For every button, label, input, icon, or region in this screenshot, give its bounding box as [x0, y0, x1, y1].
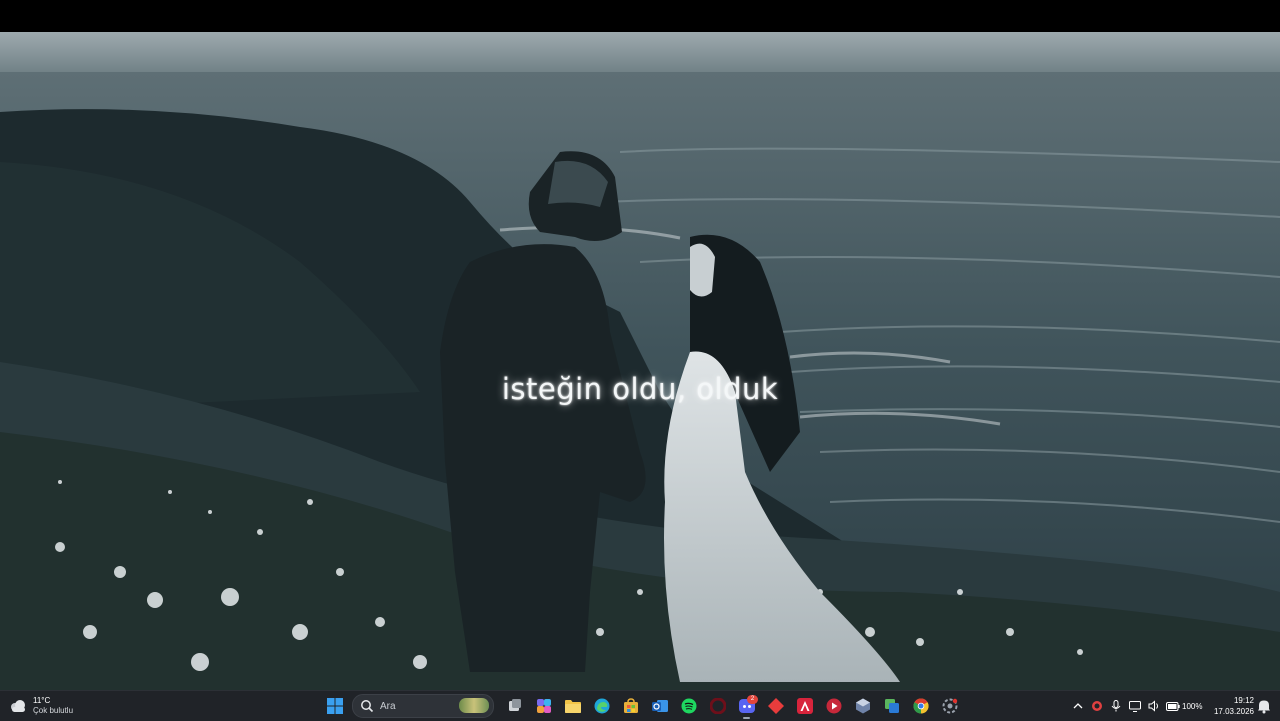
- battery-percentage: 100%: [1182, 701, 1203, 711]
- cliff-sea-scene: [0, 32, 1280, 690]
- search-highlight-image: [459, 698, 489, 713]
- taskbar-app-adobe[interactable]: [790, 691, 819, 721]
- tray-app-icon[interactable]: [1087, 691, 1106, 721]
- battery-button[interactable]: 100%: [1163, 691, 1205, 721]
- cloud-icon: [11, 700, 25, 712]
- taskbar-app-opera[interactable]: [703, 691, 732, 721]
- edge-icon: [594, 698, 609, 714]
- weather-temperature: 11°C: [33, 696, 51, 705]
- snip-icon: [884, 699, 899, 713]
- video-subtitle: isteğin oldu, olduk: [501, 372, 779, 406]
- widgets-button[interactable]: [529, 691, 558, 721]
- search-input[interactable]: Ara: [352, 694, 494, 718]
- opera-icon: [709, 698, 726, 714]
- app-tray-icon: [1091, 701, 1102, 711]
- search-placeholder: Ara: [380, 700, 396, 712]
- taskbar-app-settings[interactable]: [935, 691, 964, 721]
- taskbar-app-cube[interactable]: [848, 691, 877, 721]
- discord-notification-badge: 2: [747, 695, 758, 704]
- video-player[interactable]: isteğin oldu, olduk: [0, 0, 1280, 690]
- volume-button[interactable]: [1144, 691, 1163, 721]
- battery-icon: [1166, 701, 1180, 711]
- diamond-icon: [767, 698, 784, 714]
- microphone-icon: [1111, 700, 1120, 712]
- speaker-icon: [1148, 700, 1158, 712]
- microphone-button[interactable]: [1106, 691, 1125, 721]
- taskbar-app-edge[interactable]: [587, 691, 616, 721]
- taskbar-app-store[interactable]: [616, 691, 645, 721]
- store-icon: [623, 698, 638, 713]
- chevron-up-icon: [1073, 703, 1082, 709]
- start-button[interactable]: [320, 691, 349, 721]
- task-view-button[interactable]: [500, 691, 529, 721]
- adobe-icon: [796, 698, 813, 714]
- clock-time: 19:12: [1233, 696, 1254, 705]
- taskbar-app-media-player[interactable]: [819, 691, 848, 721]
- taskbar-apps: Ara 2: [320, 691, 964, 721]
- chrome-icon: [912, 698, 929, 714]
- search-icon: [361, 700, 374, 713]
- system-tray: 100%: [1068, 691, 1205, 721]
- weather-widget[interactable]: 11°C Çok bulutlu: [8, 694, 73, 718]
- show-hidden-icons-button[interactable]: [1068, 691, 1087, 721]
- taskbar-app-spotify[interactable]: [674, 691, 703, 721]
- play-icon: [826, 698, 841, 714]
- bell-icon: [1258, 700, 1270, 714]
- folder-icon: [564, 700, 581, 713]
- taskbar-app-outlook[interactable]: [645, 691, 674, 721]
- weather-condition: Çok bulutlu: [33, 706, 74, 715]
- notification-center-button[interactable]: [1257, 698, 1271, 714]
- clock[interactable]: 19:12 17.03.2026: [1208, 695, 1254, 717]
- task-view-icon: [508, 699, 521, 711]
- taskbar-app-snipping[interactable]: [877, 691, 906, 721]
- display-button[interactable]: [1125, 691, 1144, 721]
- clock-date: 17.03.2026: [1213, 707, 1254, 716]
- cube-icon: [855, 698, 870, 714]
- gear-icon: [942, 698, 957, 714]
- taskbar-app-red-diamond[interactable]: [761, 691, 790, 721]
- taskbar-app-file-explorer[interactable]: [558, 691, 587, 721]
- display-icon: [1128, 700, 1141, 712]
- video-frame: isteğin oldu, olduk: [0, 32, 1280, 690]
- taskbar-app-chrome[interactable]: [906, 691, 935, 721]
- spotify-icon: [681, 698, 696, 714]
- windows-icon: [326, 698, 343, 714]
- copilot-icon: [536, 699, 551, 713]
- taskbar-app-discord[interactable]: 2: [732, 691, 761, 721]
- taskbar: 11°C Çok bulutlu Ara 2 100% 19:12 17.03.…: [0, 690, 1280, 721]
- outlook-icon: [651, 700, 668, 712]
